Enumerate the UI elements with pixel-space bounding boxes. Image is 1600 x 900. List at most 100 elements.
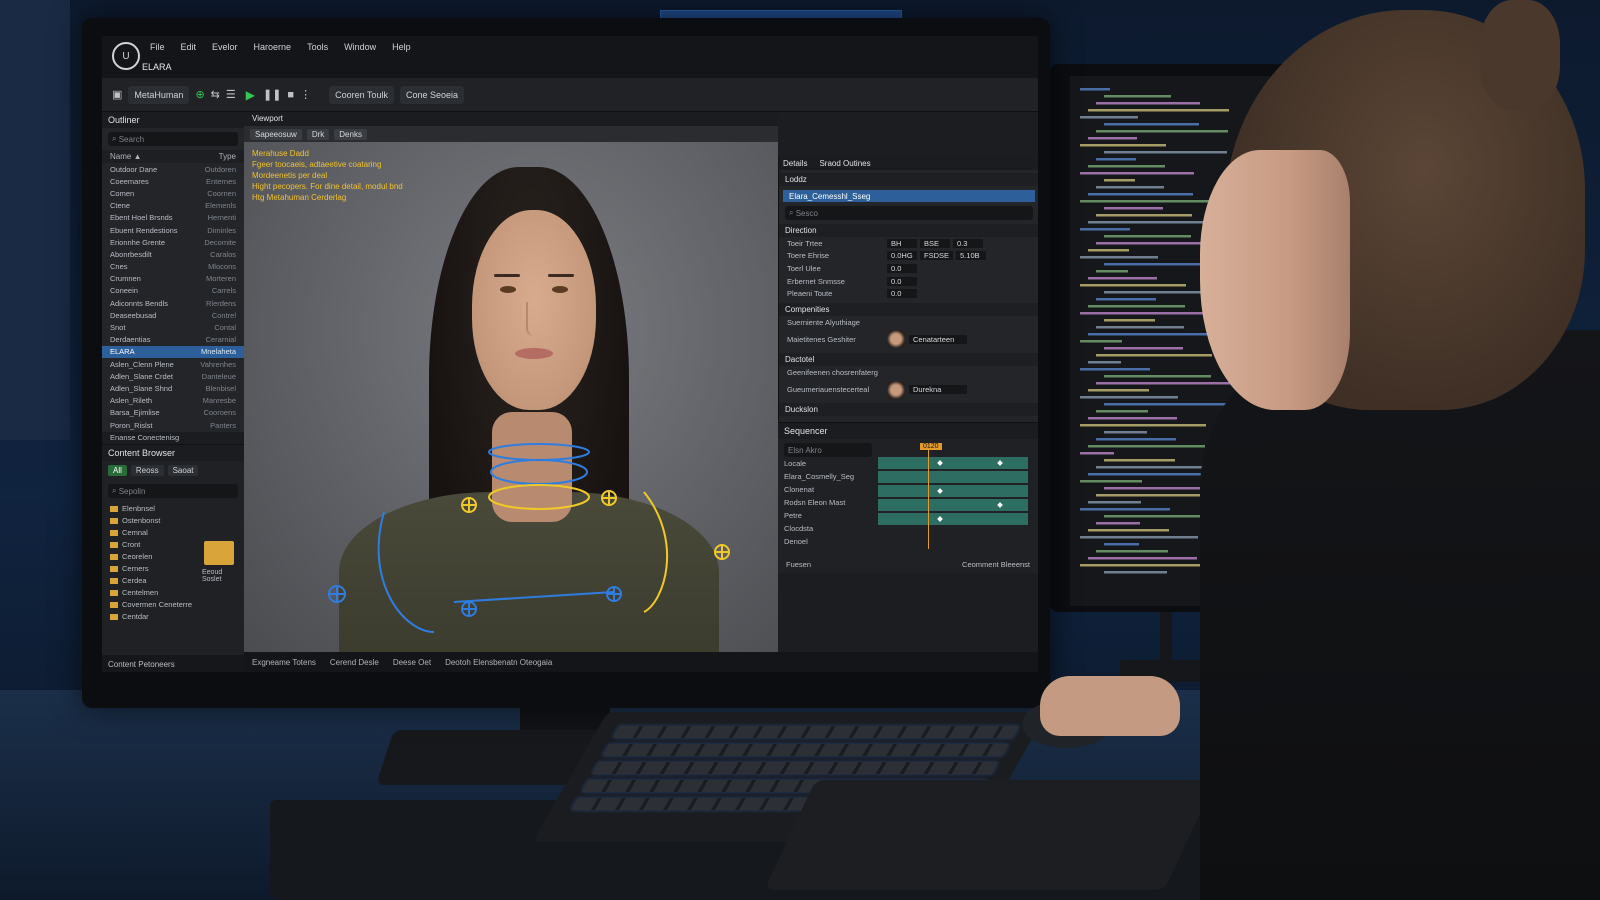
detail-property-value[interactable]: 0.3 — [953, 238, 983, 248]
outliner-row[interactable]: Snot Contal — [102, 321, 244, 333]
groom-thumbnail[interactable] — [887, 380, 905, 399]
more-icon[interactable]: ⋮ — [300, 88, 311, 101]
content-browser-search[interactable]: ⌕ Sepolin — [108, 484, 238, 498]
add-icon[interactable]: ⊕ — [195, 88, 204, 101]
outliner-row[interactable]: Adiconnts Bendls Rlerdens — [102, 297, 244, 309]
status-item-4[interactable]: Deotoh Elensbenatn Oteogaia — [445, 658, 552, 667]
sequencer-track[interactable]: Denoel — [778, 535, 874, 548]
tab-details[interactable]: Details — [783, 159, 807, 168]
detail-property-value[interactable]: 0.0 — [887, 263, 917, 273]
col-name[interactable]: Name ▲ — [110, 152, 141, 161]
sequencer-search[interactable]: Elsn Akro — [784, 443, 872, 457]
component-dropdown[interactable]: Cenatarteen — [909, 334, 967, 344]
outliner-row[interactable]: Derdaentias Cerarnial — [102, 334, 244, 346]
content-folder[interactable]: Covermen Ceneterre — [102, 598, 244, 610]
mode-dropdown[interactable]: MetaHuman — [128, 85, 190, 104]
playhead-frame[interactable]: 0120 — [920, 443, 942, 450]
section-transform[interactable]: Direction — [779, 224, 1038, 237]
detail-property-value[interactable]: 0.0HG — [887, 251, 917, 261]
content-folder[interactable]: Ostenbonst — [102, 514, 244, 526]
pause-icon[interactable]: ❚❚ — [263, 88, 281, 101]
outliner-row[interactable]: Ctene Elemenls — [102, 200, 244, 212]
detail-property-value[interactable]: 0.0 — [887, 276, 917, 286]
gizmo-icon[interactable] — [244, 112, 778, 652]
outliner-row[interactable]: ELARA Mnelaheta — [102, 345, 244, 358]
settings-icon[interactable]: ☰ — [226, 88, 236, 101]
sequencer-tab[interactable]: Cone Seoeia — [399, 85, 464, 104]
detail-property-value[interactable]: 0.0 — [887, 289, 917, 299]
detail-property-value[interactable]: BSE — [920, 238, 950, 248]
col-type[interactable]: Type — [219, 152, 236, 161]
sequencer-track[interactable]: Locale — [778, 457, 874, 470]
status-item-2[interactable]: Cerend Desle — [330, 658, 379, 667]
unreal-logo-icon[interactable]: U — [112, 42, 140, 70]
outliner-row[interactable]: Adlen_Slane Shnd Blenbisel — [102, 382, 244, 394]
menu-help[interactable]: Help — [392, 42, 411, 52]
menu-haroerne[interactable]: Haroerne — [254, 42, 292, 52]
sequencer-track[interactable]: Petre — [778, 509, 874, 522]
outliner-search[interactable]: ⌕ Search — [108, 132, 238, 146]
outliner-row[interactable]: Ebuent Rendestions Diminles — [102, 224, 244, 236]
content-folder[interactable]: Centdar — [102, 610, 244, 622]
menu-window[interactable]: Window — [344, 42, 376, 52]
seq-lane[interactable] — [878, 499, 1028, 511]
status-item-3[interactable]: Deese Oet — [393, 658, 431, 667]
seq-lane[interactable] — [878, 457, 1028, 469]
menu-edit[interactable]: Edit — [181, 42, 197, 52]
outliner-row[interactable]: Ebent Hoel Brsnds Hernenti — [102, 212, 244, 224]
playhead[interactable] — [928, 445, 929, 549]
seq-lane[interactable] — [878, 471, 1028, 483]
outliner-row[interactable]: Adlen_Slane Crdet Danteleue — [102, 370, 244, 382]
tab-world-outliner[interactable]: Sraod Outines — [819, 159, 870, 168]
control-rig-tab[interactable]: Cooren Toulk — [329, 85, 394, 104]
outliner-row[interactable]: Comen Coornen — [102, 187, 244, 199]
details-search[interactable]: ⌕ Sesco — [785, 206, 1033, 220]
outliner-row[interactable]: Deaseebusad Contrel — [102, 309, 244, 321]
section-misc[interactable]: Duckslon — [779, 403, 1038, 417]
outliner-row[interactable]: Cnes Mlocons — [102, 261, 244, 273]
outliner-row[interactable]: Barsa_Ejimlise Cooroens — [102, 407, 244, 419]
cb-tab-search[interactable]: Saoat — [167, 465, 199, 476]
sequencer-footer-right[interactable]: Ceomment Bleeenst — [962, 560, 1030, 569]
outliner-row[interactable]: Aslen_Rileth Manresbe — [102, 395, 244, 407]
outliner-row[interactable]: Erionnhe Grente Decomite — [102, 236, 244, 248]
viewport[interactable]: Viewport Sapeeosuw Drk Denks Merahuse Da… — [244, 112, 778, 652]
outliner-row[interactable]: Coneein Carrels — [102, 285, 244, 297]
seq-lane[interactable] — [878, 485, 1028, 497]
status-item-1[interactable]: Exgneame Totens — [252, 658, 316, 667]
menu-tools[interactable]: Tools — [307, 42, 328, 52]
play-icon[interactable]: ▶ — [242, 88, 259, 102]
sequencer-track[interactable]: Rodsn Eleon Mast — [778, 496, 874, 509]
save-icon[interactable]: ▣ — [112, 88, 122, 101]
outliner-row[interactable]: Outdoor Dane Outdoren — [102, 163, 244, 175]
detail-property-value[interactable]: BH — [887, 238, 917, 248]
seq-lane[interactable] — [878, 513, 1028, 525]
detail-property-value[interactable]: 5.10B — [956, 251, 987, 261]
outliner-row[interactable]: Coeemares Enternes — [102, 175, 244, 187]
cb-tab-recent[interactable]: Reoss — [130, 465, 164, 476]
menu-evelor[interactable]: Evelor — [212, 42, 238, 52]
folder-icon[interactable] — [204, 541, 234, 565]
groom-dropdown[interactable]: Durekna — [909, 385, 967, 395]
face-thumbnail[interactable] — [887, 330, 905, 349]
outliner-row[interactable]: Crumnen Morteren — [102, 273, 244, 285]
sequencer-track[interactable]: Clocdsta — [778, 522, 874, 535]
outliner-row[interactable]: Aslen_Clenn Plene Vahrenhes — [102, 358, 244, 370]
cb-tab-all[interactable]: All — [108, 465, 127, 476]
snap-icon[interactable]: ⇆ — [211, 88, 220, 101]
content-folder[interactable]: Cemnal — [102, 526, 244, 538]
selected-actor[interactable]: Elara_Cemesshl_Sseg — [783, 190, 1035, 202]
outliner-row[interactable]: Poron_Rislst Panters — [102, 419, 244, 431]
section-groom[interactable]: Dactotel — [779, 353, 1038, 367]
content-folder[interactable]: Centelmen — [102, 586, 244, 598]
detail-property-value[interactable]: FSDSE — [920, 251, 954, 261]
menu-file[interactable]: File — [150, 42, 165, 52]
outliner-row[interactable]: Abonrbesdilt Caralos — [102, 248, 244, 260]
sequencer-track[interactable]: Clonenat — [778, 483, 874, 496]
sequencer-track[interactable]: Elara_Cosmelly_Seg — [778, 470, 874, 483]
sequencer-timeline[interactable]: 0120 — [878, 443, 1028, 549]
section-components[interactable]: Compenities — [779, 302, 1038, 316]
content-folder[interactable]: Elenbnsel — [102, 502, 244, 514]
stop-icon[interactable]: ■ — [287, 89, 294, 101]
section-logic[interactable]: Loddz — [779, 173, 1038, 186]
